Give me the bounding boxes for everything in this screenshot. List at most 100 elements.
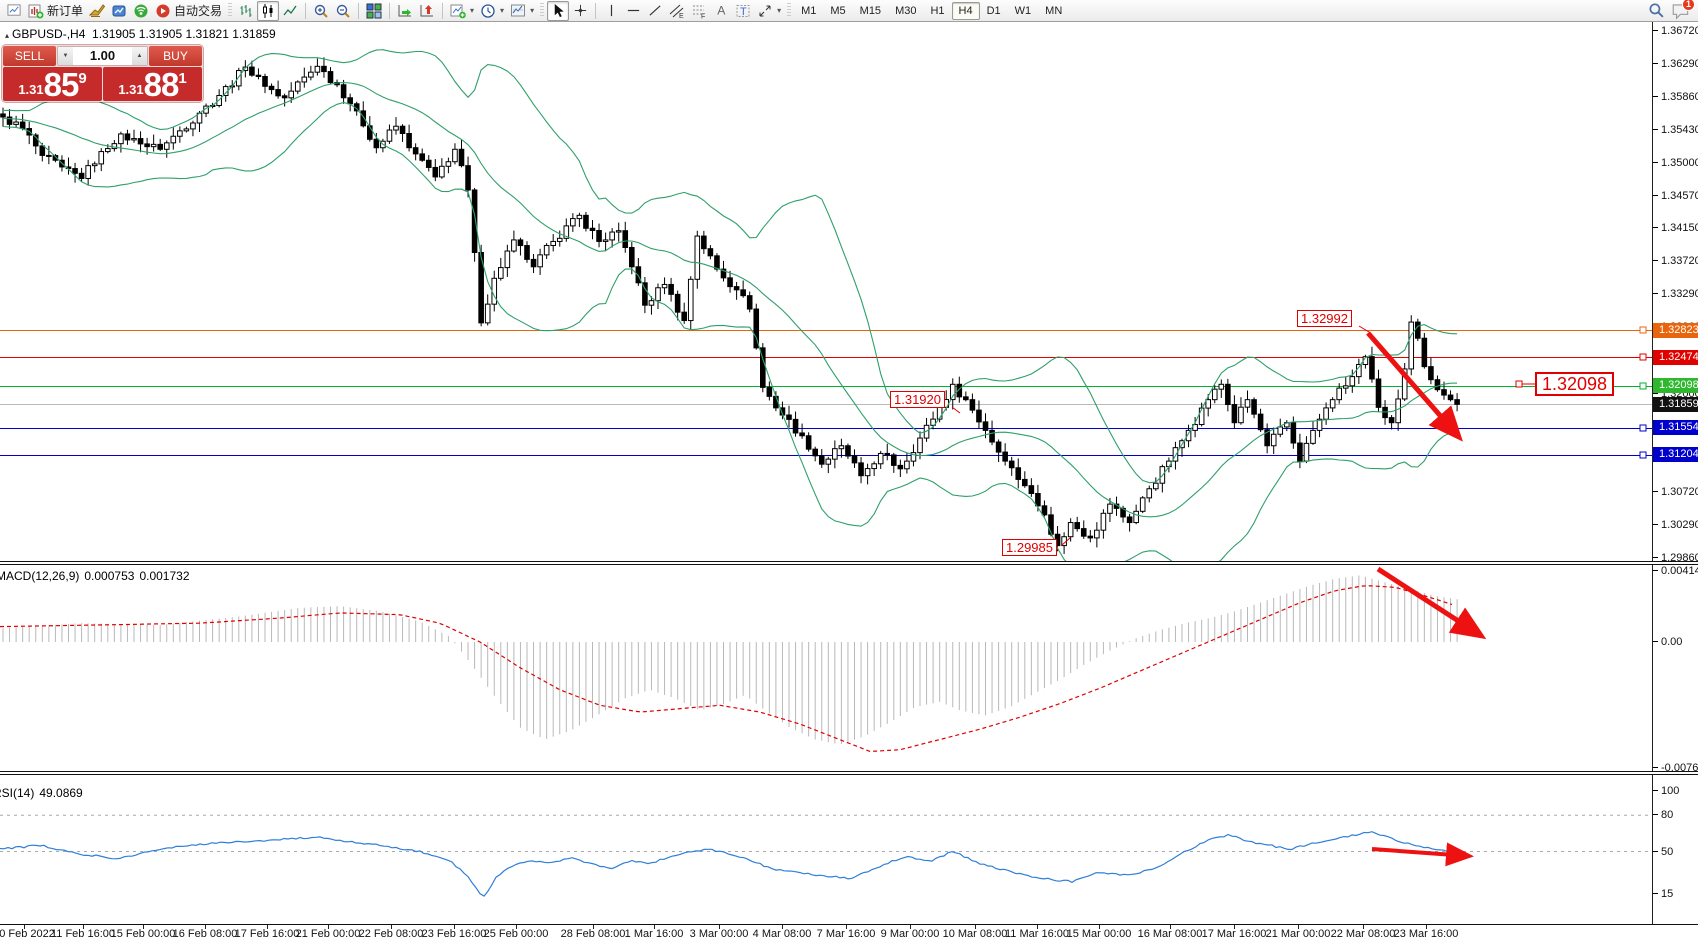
chart-canvas[interactable] [0,0,1698,942]
price-badge-1.31204: 1.31204 [1653,447,1698,462]
price-axis[interactable]: 1.367201.362901.358601.354301.350001.345… [1652,22,1698,924]
toolbar-grip[interactable] [540,3,544,18]
trendline-tool[interactable] [644,1,666,21]
timeframe-m1[interactable]: M1 [794,2,823,20]
templates-dropdown[interactable]: ▾ [507,1,537,21]
line-chart-mode-button[interactable] [279,1,301,21]
zoom-out-button[interactable] [332,1,354,21]
zoom-in-button[interactable] [310,1,332,21]
equidistant-channel-tool[interactable]: E [666,1,688,21]
buy-price[interactable]: 1.31881 [103,67,202,101]
broom-icon [89,3,105,19]
svg-text:A: A [717,4,726,18]
macd-label: MACD(12,26,9)0.0007530.001732 [0,569,190,583]
svg-text:F: F [701,13,705,19]
time-label: 17 Mar 16:00 [1202,928,1267,940]
time-label: 23 Feb 16:00 [422,928,487,940]
price-callout-1.29985[interactable]: 1.29985 [1002,539,1057,556]
periods-dropdown[interactable]: ▾ [477,1,507,21]
price-callout-1.31920[interactable]: 1.31920 [890,391,945,408]
arrows-icon [757,3,773,19]
fibonacci-tool[interactable]: F [688,1,710,21]
rsi-line[interactable] [0,832,1456,896]
timeframe-bar: M1M5M15M30H1H4D1W1MN [794,2,1069,20]
arrows-dropdown[interactable]: ▾ [754,1,784,21]
volume-down-button[interactable]: ▼ [58,47,73,65]
cursor-icon [551,3,566,18]
line-handle[interactable] [1640,327,1646,333]
notifications[interactable]: 1 [1671,2,1691,20]
chart-window-icon[interactable] [3,1,25,21]
rsi-scale-tick: 100 [1653,785,1679,797]
bollinger-middle[interactable] [3,83,1457,517]
time-label: 10 Feb 2022 [0,928,55,940]
volume-up-button[interactable]: ▲ [132,47,147,65]
toolbar-grip[interactable] [787,3,791,18]
timeframe-h4[interactable]: H4 [952,2,980,20]
line-handle[interactable] [1640,425,1646,431]
timeframe-d1[interactable]: D1 [980,2,1008,20]
chart-shift-icon [419,3,435,19]
trendline-icon [648,3,663,18]
timeframe-m15[interactable]: M15 [853,2,888,20]
chart-shift-button[interactable] [416,1,438,21]
trend-arrow-2[interactable] [1378,569,1480,635]
timeframe-h1[interactable]: H1 [923,2,951,20]
line-handle[interactable] [1640,452,1646,458]
auto-scroll-button[interactable] [394,1,416,21]
vertical-line-tool[interactable] [600,1,622,21]
rsi-panel-splitter[interactable] [0,771,1698,775]
mini-chart-icon [7,3,22,18]
svg-text:T: T [740,6,747,18]
search-icon[interactable] [1648,2,1665,19]
timeframe-m30[interactable]: M30 [888,2,923,20]
sell-price[interactable]: 1.31859 [3,67,102,101]
callout-handle[interactable] [1516,381,1522,387]
line-handle[interactable] [1640,383,1646,389]
callout-connector [1359,326,1369,332]
text-tool[interactable]: A [710,1,732,21]
market-icon [111,3,127,19]
price-callout-1.32098[interactable]: 1.32098 [1535,372,1614,396]
crosshair-icon [573,3,588,18]
cleanup-button[interactable] [86,1,108,21]
time-axis[interactable]: 10 Feb 202211 Feb 16:0015 Feb 00:0016 Fe… [0,924,1698,942]
signals-button[interactable] [130,1,152,21]
macd-panel-splitter[interactable] [0,561,1698,565]
timeframe-m5[interactable]: M5 [823,2,852,20]
macd-panel [0,569,1480,751]
candlestick-icon [260,3,276,19]
price-callout-1.32992[interactable]: 1.32992 [1297,310,1352,327]
time-label: 25 Feb 00:00 [484,928,549,940]
new-chart-dropdown[interactable]: ▾ [447,1,477,21]
template-icon [510,3,526,19]
signals-icon [133,3,149,19]
sell-button[interactable]: SELL [3,46,56,66]
buy-button[interactable]: BUY [149,46,202,66]
bollinger-lower[interactable] [3,103,1457,578]
horizontal-line-tool[interactable] [622,1,644,21]
timeframe-w1[interactable]: W1 [1008,2,1039,20]
cursor-tool-button[interactable] [547,1,569,21]
time-label: 11 Mar 16:00 [1005,928,1069,940]
text-label-tool[interactable]: T [732,1,754,21]
rsi-label: RSI(14)49.0869 [0,786,83,800]
candle-chart-mode-button[interactable] [257,1,279,21]
line-handle[interactable] [1640,354,1646,360]
timeframe-mn[interactable]: MN [1038,2,1069,20]
buy-price-prefix: 1.31 [118,82,143,97]
window-menu-icon[interactable]: ▴ [5,31,9,40]
auto-scroll-icon [397,3,413,19]
tile-windows-button[interactable] [363,1,385,21]
market-button[interactable] [108,1,130,21]
sell-price-big: 85 [44,70,79,100]
crosshair-tool-button[interactable] [569,1,591,21]
bar-chart-mode-button[interactable] [235,1,257,21]
symbol-ohlc-line: ▴GBPUSD-,H4 1.31905 1.31905 1.31821 1.31… [5,27,276,41]
macd-signal-line[interactable] [0,586,1452,752]
new-order-button[interactable]: 新订单 [25,1,86,21]
toolbar-grip[interactable] [228,3,232,18]
auto-trading-button[interactable]: 自动交易 [152,1,225,21]
volume-value[interactable]: 1.00 [73,47,132,65]
macd-scale-tick: 0.004144 [1653,565,1698,577]
